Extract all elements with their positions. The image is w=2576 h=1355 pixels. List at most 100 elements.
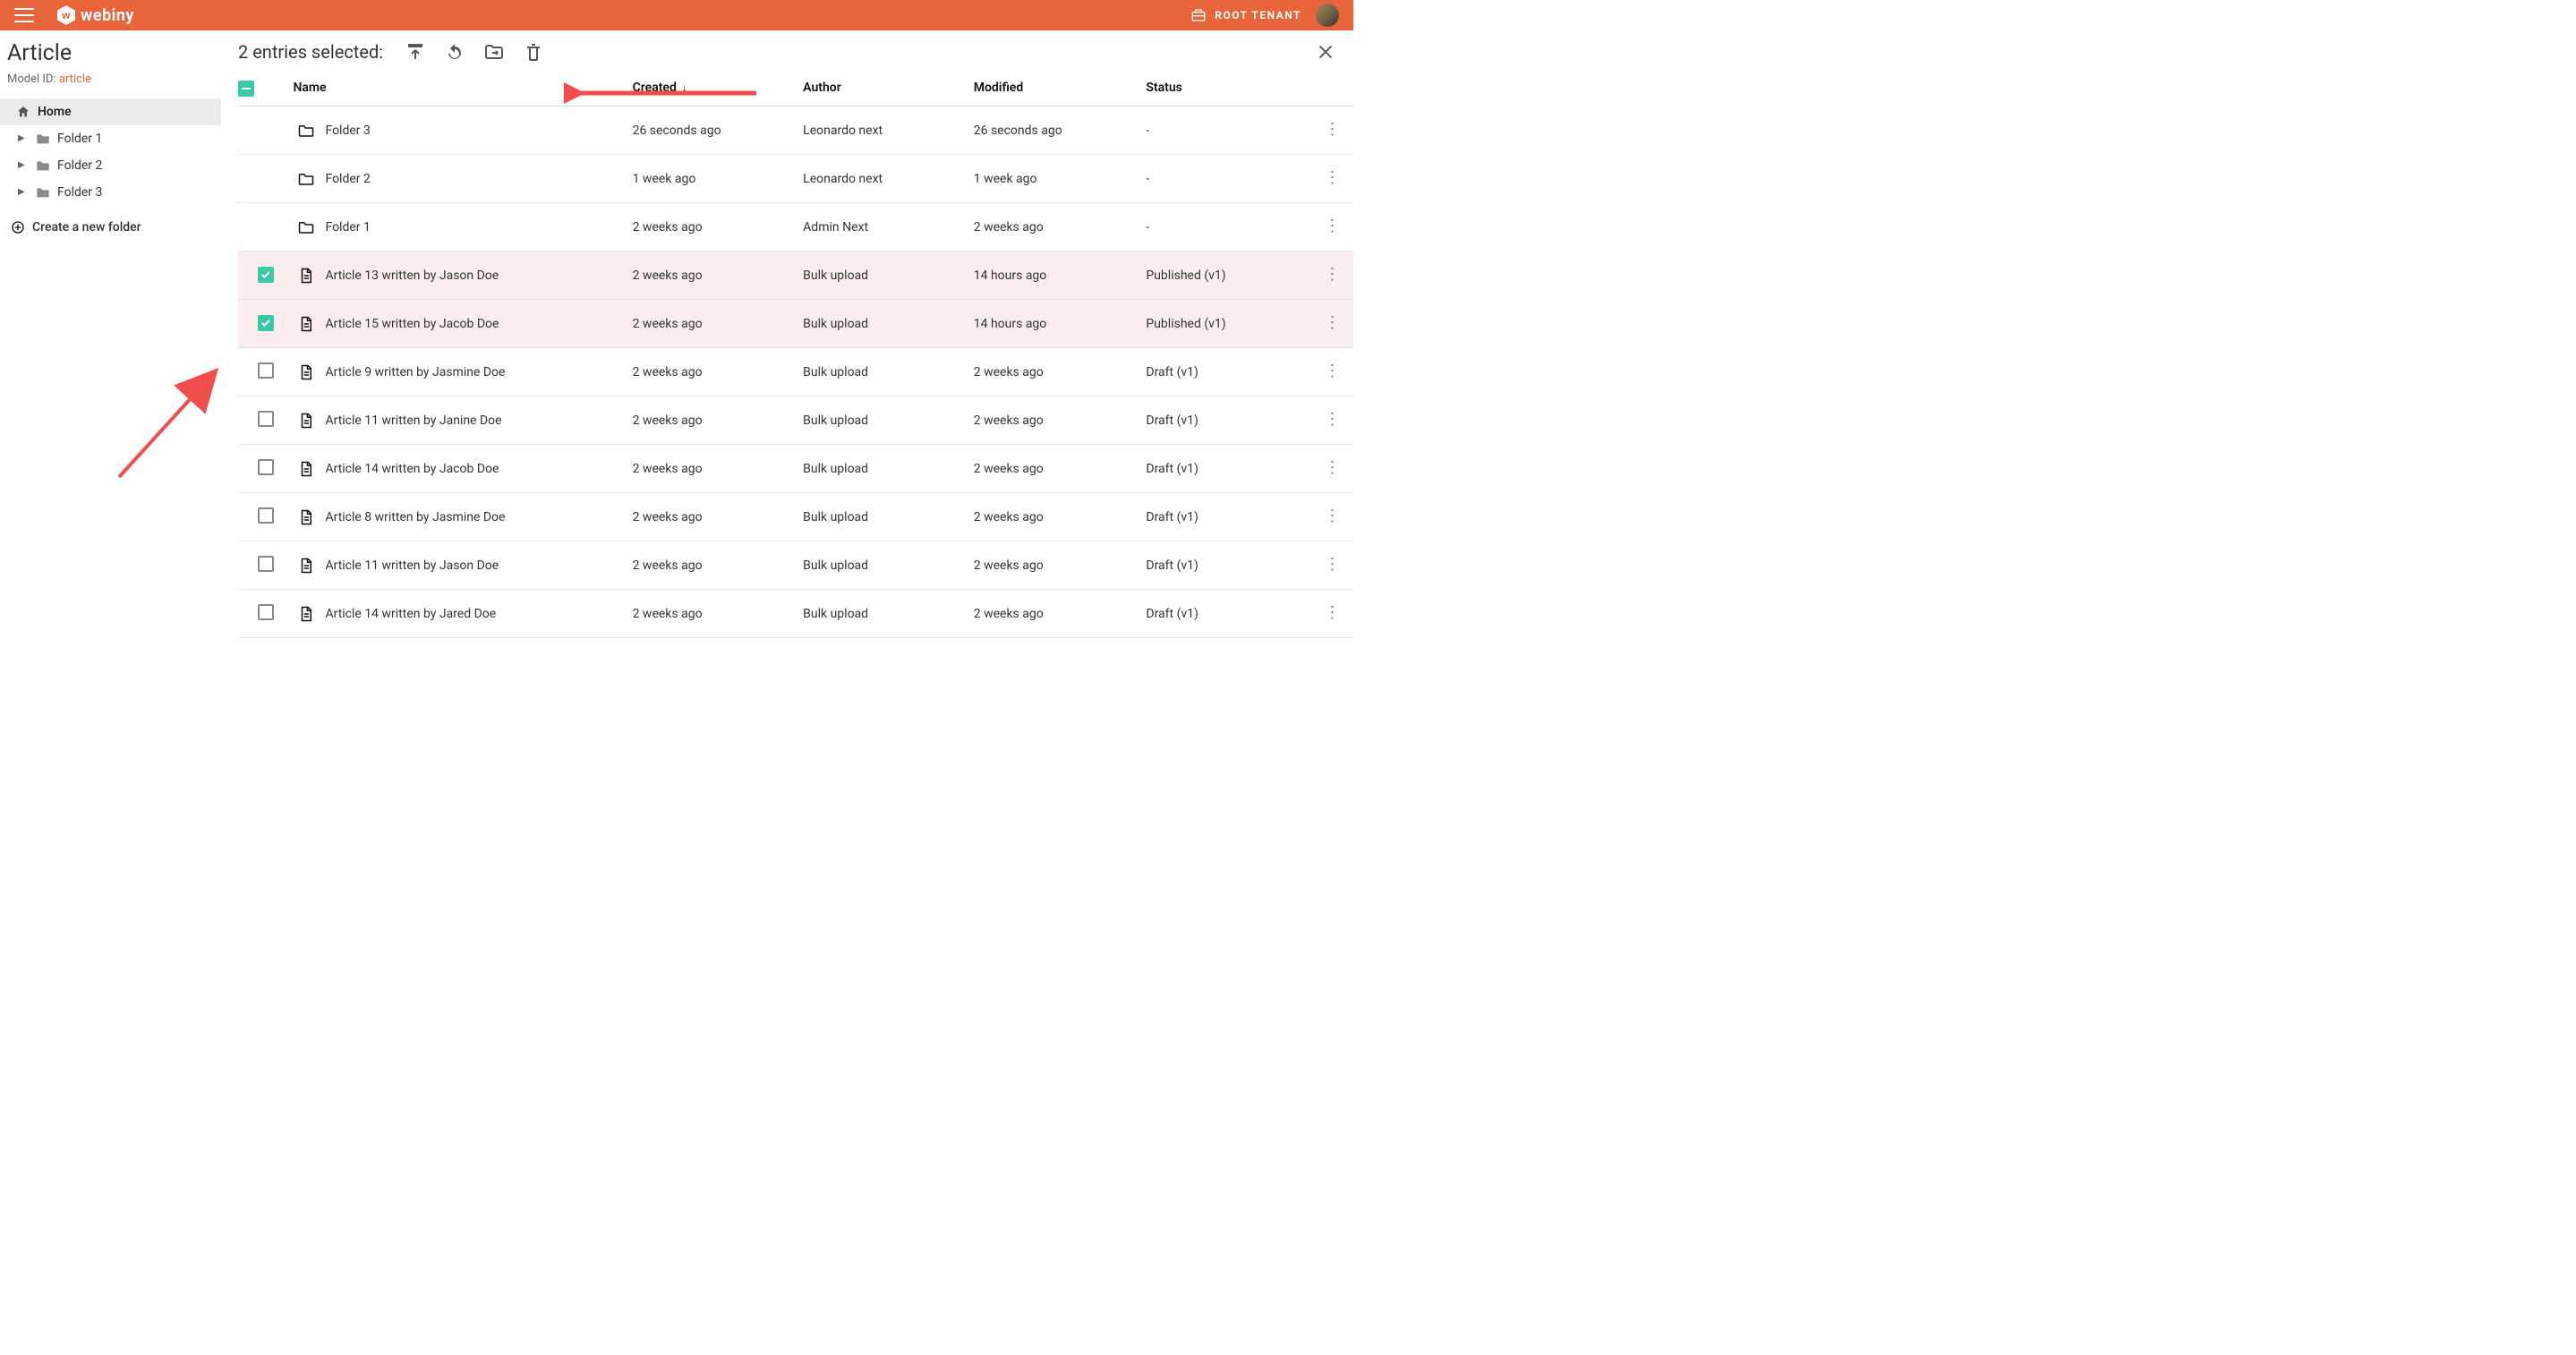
folder-icon bbox=[36, 132, 50, 145]
row-menu-icon[interactable]: ⋮ bbox=[1324, 265, 1340, 284]
row-checkbox[interactable] bbox=[258, 459, 274, 475]
sidebar-home[interactable]: Home bbox=[0, 98, 221, 125]
row-name: Folder 2 bbox=[325, 172, 370, 186]
sidebar-folder[interactable]: ▶ Folder 2 bbox=[0, 152, 221, 179]
document-icon bbox=[298, 606, 314, 622]
row-checkbox[interactable] bbox=[258, 411, 274, 427]
row-menu-icon[interactable]: ⋮ bbox=[1324, 362, 1340, 380]
table-row[interactable]: Article 15 written by Jacob Doe 2 weeks … bbox=[238, 300, 1353, 348]
row-created: 1 week ago bbox=[633, 155, 804, 203]
row-created: 2 weeks ago bbox=[633, 300, 804, 348]
column-modified[interactable]: Modified bbox=[974, 73, 1147, 107]
brand-text: webiny bbox=[81, 6, 134, 25]
row-status: - bbox=[1146, 155, 1310, 203]
row-modified: 14 hours ago bbox=[974, 300, 1147, 348]
row-name: Article 9 written by Jasmine Doe bbox=[325, 365, 505, 379]
row-modified: 26 seconds ago bbox=[974, 107, 1147, 155]
row-checkbox[interactable] bbox=[258, 604, 274, 620]
chevron-right-icon[interactable]: ▶ bbox=[18, 133, 29, 143]
row-author: Bulk upload bbox=[803, 396, 974, 445]
row-modified: 2 weeks ago bbox=[974, 445, 1147, 493]
row-created: 2 weeks ago bbox=[633, 541, 804, 590]
row-modified: 2 weeks ago bbox=[974, 396, 1147, 445]
row-status: Draft (v1) bbox=[1146, 541, 1310, 590]
row-menu-icon[interactable]: ⋮ bbox=[1324, 313, 1340, 332]
table-row[interactable]: Folder 3 26 seconds ago Leonardo next 26… bbox=[238, 107, 1353, 155]
row-menu-icon[interactable]: ⋮ bbox=[1324, 555, 1340, 574]
row-author: Leonardo next bbox=[803, 155, 974, 203]
row-created: 2 weeks ago bbox=[633, 348, 804, 396]
row-name: Article 11 written by Janine Doe bbox=[325, 413, 501, 428]
move-to-folder-icon[interactable] bbox=[483, 41, 505, 63]
row-modified: 2 weeks ago bbox=[974, 590, 1147, 638]
row-status: Published (v1) bbox=[1146, 300, 1310, 348]
row-author: Bulk upload bbox=[803, 541, 974, 590]
row-menu-icon[interactable]: ⋮ bbox=[1324, 168, 1340, 187]
row-status: - bbox=[1146, 203, 1310, 251]
plus-circle-icon bbox=[11, 220, 25, 234]
row-author: Bulk upload bbox=[803, 300, 974, 348]
row-author: Leonardo next bbox=[803, 107, 974, 155]
row-menu-icon[interactable]: ⋮ bbox=[1324, 507, 1340, 525]
column-status[interactable]: Status bbox=[1146, 73, 1310, 107]
row-created: 2 weeks ago bbox=[633, 445, 804, 493]
row-menu-icon[interactable]: ⋮ bbox=[1324, 603, 1340, 622]
table-row[interactable]: Article 14 written by Jacob Doe 2 weeks … bbox=[238, 445, 1353, 493]
chevron-right-icon[interactable]: ▶ bbox=[18, 160, 29, 170]
row-menu-icon[interactable]: ⋮ bbox=[1324, 217, 1340, 235]
row-checkbox[interactable] bbox=[258, 315, 274, 331]
row-menu-icon[interactable]: ⋮ bbox=[1324, 410, 1340, 429]
chevron-right-icon[interactable]: ▶ bbox=[18, 187, 29, 197]
row-status: - bbox=[1146, 107, 1310, 155]
folder-outline-icon bbox=[298, 219, 314, 235]
close-icon[interactable] bbox=[1316, 42, 1335, 62]
model-id-line: Model ID: article bbox=[0, 67, 221, 86]
document-icon bbox=[298, 268, 314, 284]
document-icon bbox=[298, 509, 314, 525]
table-row[interactable]: Article 8 written by Jasmine Doe 2 weeks… bbox=[238, 493, 1353, 541]
row-created: 2 weeks ago bbox=[633, 396, 804, 445]
menu-icon[interactable] bbox=[14, 8, 34, 22]
table-row[interactable]: Article 9 written by Jasmine Doe 2 weeks… bbox=[238, 348, 1353, 396]
restore-icon[interactable] bbox=[444, 41, 465, 63]
table-row[interactable]: Article 11 written by Janine Doe 2 weeks… bbox=[238, 396, 1353, 445]
select-all-checkbox[interactable] bbox=[238, 81, 254, 97]
publish-icon[interactable] bbox=[405, 41, 426, 63]
row-checkbox[interactable] bbox=[258, 267, 274, 283]
row-checkbox[interactable] bbox=[258, 507, 274, 524]
row-checkbox[interactable] bbox=[258, 362, 274, 379]
row-author: Bulk upload bbox=[803, 348, 974, 396]
row-name: Article 15 written by Jacob Doe bbox=[325, 317, 499, 331]
column-name[interactable]: Name bbox=[293, 73, 632, 107]
sidebar-folder[interactable]: ▶ Folder 3 bbox=[0, 179, 221, 206]
row-menu-icon[interactable]: ⋮ bbox=[1324, 120, 1340, 139]
avatar[interactable] bbox=[1316, 4, 1339, 27]
row-menu-icon[interactable]: ⋮ bbox=[1324, 458, 1340, 477]
row-author: Bulk upload bbox=[803, 590, 974, 638]
table-row[interactable]: Article 13 written by Jason Doe 2 weeks … bbox=[238, 251, 1353, 300]
row-name: Article 14 written by Jacob Doe bbox=[325, 462, 499, 476]
topbar: w webiny ROOT TENANT bbox=[0, 0, 1353, 30]
tenant-switcher[interactable]: ROOT TENANT bbox=[1191, 8, 1301, 22]
table-row[interactable]: Folder 1 2 weeks ago Admin Next 2 weeks … bbox=[238, 203, 1353, 251]
row-name: Folder 3 bbox=[325, 124, 370, 138]
column-created[interactable]: Created↓ bbox=[633, 73, 804, 107]
brand-logo[interactable]: w webiny bbox=[57, 5, 134, 25]
table-row[interactable]: Article 11 written by Jason Doe 2 weeks … bbox=[238, 541, 1353, 590]
delete-icon[interactable] bbox=[523, 41, 544, 63]
row-status: Draft (v1) bbox=[1146, 493, 1310, 541]
table-row[interactable]: Article 14 written by Jared Doe 2 weeks … bbox=[238, 590, 1353, 638]
row-status: Published (v1) bbox=[1146, 251, 1310, 300]
main-content: 2 entries selected: Name Created↓ Author… bbox=[222, 30, 1353, 712]
row-author: Bulk upload bbox=[803, 445, 974, 493]
column-author[interactable]: Author bbox=[803, 73, 974, 107]
folder-outline-icon bbox=[298, 123, 314, 139]
row-checkbox[interactable] bbox=[258, 556, 274, 572]
sidebar-folder[interactable]: ▶ Folder 1 bbox=[0, 125, 221, 152]
row-author: Admin Next bbox=[803, 203, 974, 251]
model-id-value[interactable]: article bbox=[59, 72, 91, 86]
create-folder-button[interactable]: Create a new folder bbox=[0, 213, 221, 234]
row-created: 26 seconds ago bbox=[633, 107, 804, 155]
table-row[interactable]: Folder 2 1 week ago Leonardo next 1 week… bbox=[238, 155, 1353, 203]
row-name: Article 11 written by Jason Doe bbox=[325, 558, 499, 573]
